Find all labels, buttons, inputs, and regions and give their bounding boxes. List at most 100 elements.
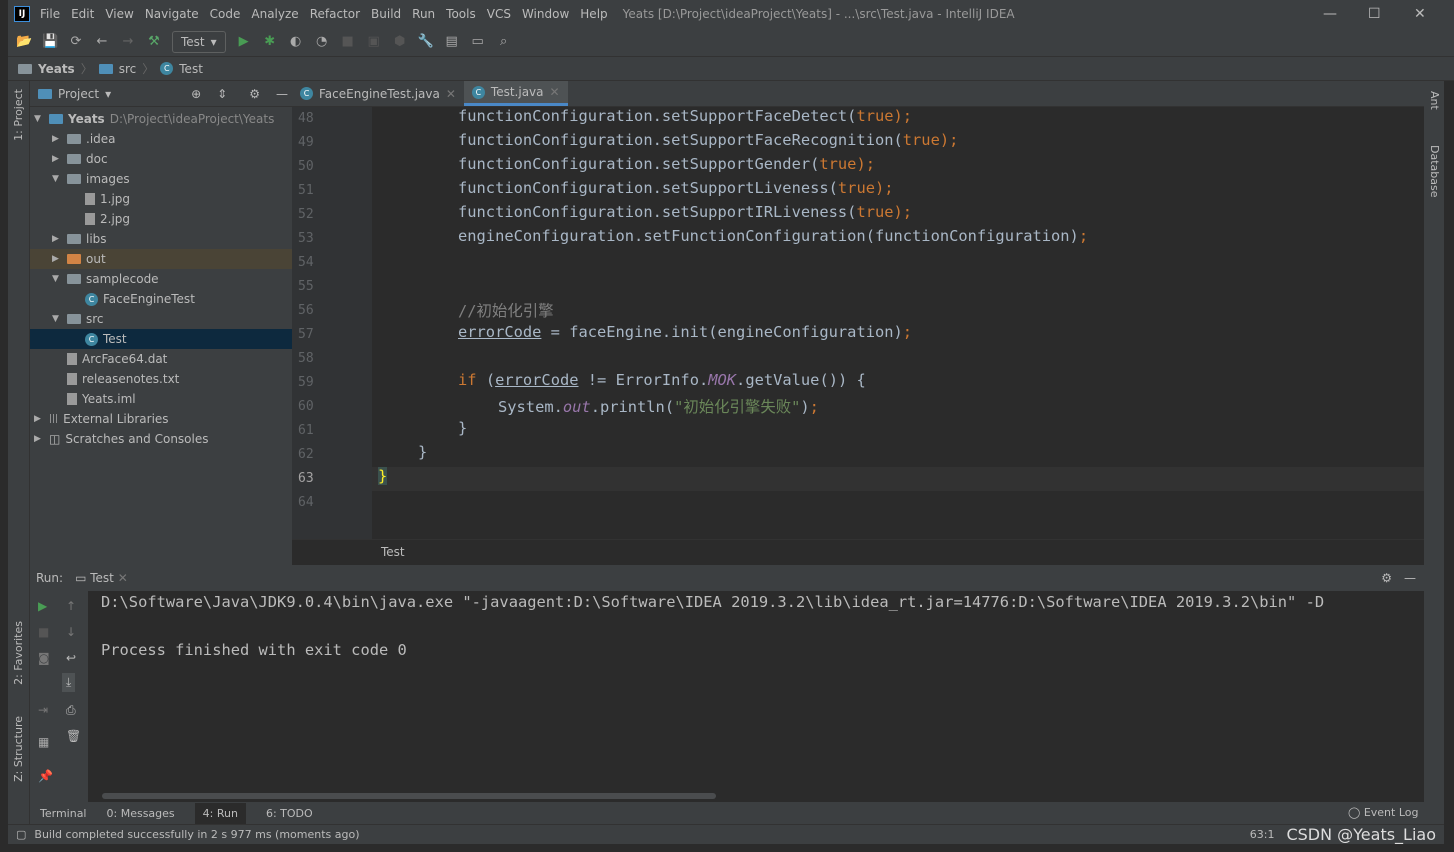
open-icon[interactable]: 📂	[16, 34, 32, 50]
console-line[interactable]: D:\Software\Java\JDK9.0.4\bin\java.exe "…	[101, 593, 1324, 611]
bottom-tab-terminal[interactable]: Terminal	[40, 807, 87, 820]
close-icon[interactable]: ✕	[118, 571, 128, 585]
menu-vcs[interactable]: VCS	[487, 7, 511, 21]
editor-breadcrumb-item[interactable]: Test	[381, 545, 405, 559]
tree-item[interactable]: C Test	[30, 329, 292, 349]
project-view-select[interactable]: Project	[58, 87, 99, 101]
editor-tab[interactable]: C Test.java ✕	[463, 81, 568, 106]
code-line[interactable]: //初始化引擎	[458, 299, 554, 321]
code-line[interactable]: engineConfiguration.setFunctionConfigura…	[458, 227, 1088, 245]
locate-icon[interactable]: ⊕	[191, 87, 201, 101]
tree-item[interactable]: ▶ .idea	[30, 129, 292, 149]
menu-edit[interactable]: Edit	[71, 7, 94, 21]
code-line[interactable]: functionConfiguration.setSupportLiveness…	[458, 179, 894, 197]
tree-item[interactable]: 1.jpg	[30, 189, 292, 209]
bottom-tab-messages[interactable]: 0: Messages	[107, 807, 175, 820]
close-icon[interactable]: ✕	[446, 87, 456, 101]
editor-tab[interactable]: C FaceEngineTest.java ✕	[292, 81, 464, 106]
code-line[interactable]: functionConfiguration.setSupportFaceDete…	[458, 107, 912, 125]
hide-icon[interactable]: —	[276, 87, 288, 101]
console-line[interactable]: Process finished with exit code 0	[101, 641, 407, 659]
menu-code[interactable]: Code	[210, 7, 241, 21]
tree-item[interactable]: releasenotes.txt	[30, 369, 292, 389]
chevron-down-icon[interactable]: ▼	[34, 114, 44, 124]
run-tab[interactable]: ▭ Test ✕	[75, 571, 128, 585]
chevron-down-icon[interactable]: ▼	[52, 314, 62, 324]
back-icon[interactable]: ←	[94, 34, 110, 50]
terminal-window-icon[interactable]: ▭	[470, 34, 486, 50]
menu-view[interactable]: View	[105, 7, 133, 21]
code-line[interactable]: functionConfiguration.setSupportFaceReco…	[458, 131, 958, 149]
code-line[interactable]: functionConfiguration.setSupportGender(t…	[458, 155, 875, 173]
minimize-button[interactable]: —	[1323, 6, 1337, 22]
profile-icon[interactable]: ◔	[314, 34, 330, 50]
scroll-to-end-icon[interactable]: ⤓	[62, 673, 76, 692]
layout-icon[interactable]: ▦	[38, 735, 49, 749]
breadcrumb-yeats[interactable]: Yeats	[38, 62, 75, 76]
settings-wrench-icon[interactable]: 🔧	[418, 34, 434, 50]
run-icon[interactable]: ▶	[236, 34, 252, 50]
chevron-down-icon[interactable]: ▼	[52, 274, 62, 284]
stop-icon[interactable]: ■	[340, 34, 356, 50]
camera-icon[interactable]: ◙	[38, 651, 50, 665]
bottom-tab-todo[interactable]: 6: TODO	[266, 807, 313, 820]
project-tool-tab[interactable]: 1: Project	[12, 89, 25, 141]
deploy-icon[interactable]: ⬢	[392, 34, 408, 50]
collapse-all-icon[interactable]: ⇕	[217, 87, 227, 101]
code-line[interactable]: if (errorCode != ErrorInfo.MOK.getValue(…	[458, 371, 866, 389]
run-config-select[interactable]: Test ▾	[172, 31, 226, 53]
menu-run[interactable]: Run	[412, 7, 435, 21]
menu-navigate[interactable]: Navigate	[145, 7, 199, 21]
tree-item[interactable]: ▶ doc	[30, 149, 292, 169]
stop-icon[interactable]: ■	[38, 625, 49, 639]
chevron-right-icon[interactable]: ▶	[52, 154, 62, 164]
code-line[interactable]: functionConfiguration.setSupportIRLivene…	[458, 203, 912, 221]
maximize-button[interactable]: ☐	[1368, 6, 1381, 22]
sync-icon[interactable]: ⟳	[68, 34, 84, 50]
code-line[interactable]: }	[458, 419, 467, 437]
menu-analyze[interactable]: Analyze	[251, 7, 298, 21]
tree-item[interactable]: ▼ images	[30, 169, 292, 189]
search-icon[interactable]: ⌕	[496, 34, 512, 50]
tree-item[interactable]: ▼ samplecode	[30, 269, 292, 289]
attach-icon[interactable]: ▣	[366, 34, 382, 50]
print-icon[interactable]: ⎙	[66, 703, 76, 718]
chevron-down-icon[interactable]: ▾	[105, 87, 111, 101]
code-editor[interactable]: C FaceEngineTest.java ✕ C Test.java ✕ 48 49 50 5…	[292, 81, 1424, 565]
breadcrumb-test[interactable]: Test	[179, 62, 203, 76]
ant-tool-tab[interactable]: Ant	[1428, 91, 1441, 110]
menu-window[interactable]: Window	[522, 7, 569, 21]
build-hammer-icon[interactable]: ⚒	[146, 34, 162, 50]
gear-icon[interactable]: ⚙	[1381, 571, 1392, 585]
bottom-tab-run[interactable]: 4: Run	[194, 802, 246, 824]
menu-build[interactable]: Build	[371, 7, 401, 21]
menu-tools[interactable]: Tools	[446, 7, 476, 21]
code-line[interactable]: }	[378, 467, 388, 485]
pin-icon[interactable]: 📌	[38, 769, 53, 783]
chevron-right-icon[interactable]: ▶	[52, 254, 62, 264]
tree-item[interactable]: ▶ libs	[30, 229, 292, 249]
debug-icon[interactable]: ✱	[262, 34, 278, 50]
tree-item[interactable]: ▶ out	[30, 249, 292, 269]
down-icon[interactable]: ↓	[66, 625, 76, 639]
tree-item[interactable]: ▼ src	[30, 309, 292, 329]
rerun-icon[interactable]: ▶	[38, 599, 47, 613]
soft-wrap-icon[interactable]: ↩	[66, 651, 76, 665]
structure-tool-tab[interactable]: Z: Structure	[12, 716, 25, 782]
gear-icon[interactable]: ⚙	[249, 87, 260, 101]
favorites-tool-tab[interactable]: 2: Favorites	[12, 621, 25, 685]
tree-item[interactable]: ArcFace64.dat	[30, 349, 292, 369]
code-line[interactable]: }	[418, 443, 427, 461]
tree-item[interactable]: Yeats.iml	[30, 389, 292, 409]
chevron-right-icon[interactable]: ▶	[52, 234, 62, 244]
caret-position[interactable]: 63:1	[1250, 828, 1275, 841]
chevron-right-icon[interactable]: ▶	[52, 134, 62, 144]
menu-refactor[interactable]: Refactor	[310, 7, 360, 21]
close-icon[interactable]: ✕	[550, 85, 560, 99]
chevron-right-icon[interactable]: ▶	[34, 414, 44, 424]
database-tool-tab[interactable]: Database	[1428, 145, 1441, 198]
menu-help[interactable]: Help	[580, 7, 607, 21]
chevron-right-icon[interactable]: ▶	[34, 434, 44, 444]
tree-item[interactable]: ▶ ◫ Scratches and Consoles	[30, 429, 292, 449]
menu-file[interactable]: File	[40, 7, 60, 21]
